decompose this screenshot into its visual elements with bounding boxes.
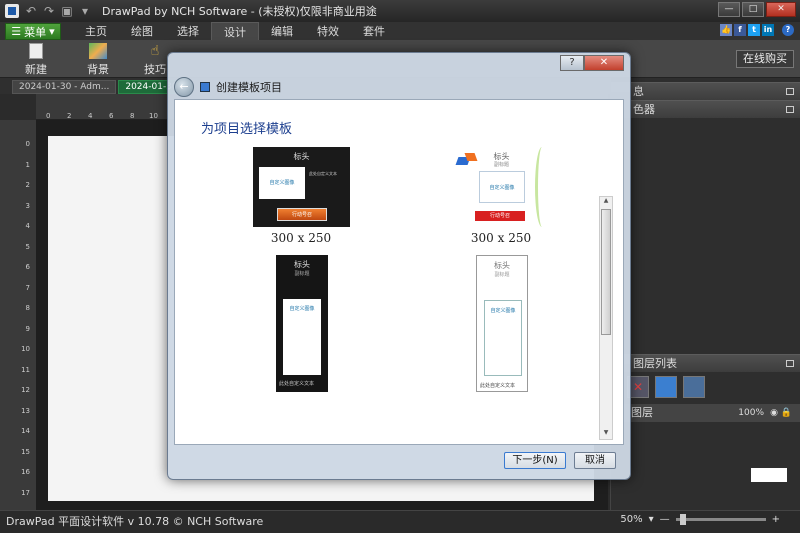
- minimize-button[interactable]: —: [718, 2, 740, 17]
- template-cta-button: 行动号召: [277, 208, 327, 221]
- main-menu-button[interactable]: ☰ 菜单 ▾: [5, 23, 61, 40]
- template-caption: 300 x 250: [270, 231, 332, 245]
- template-list-scrollbar[interactable]: ▲ ▼: [599, 196, 613, 440]
- tab-suite[interactable]: 套件: [351, 22, 397, 40]
- tab-select[interactable]: 选择: [165, 22, 211, 40]
- panel-header[interactable]: 息: [611, 82, 800, 100]
- ruler-number: 6: [25, 263, 30, 271]
- vertical-ruler: 0 1 2 3 4 5 6 7 8 9 10 11 12 13 14 15 16 17: [0, 120, 36, 510]
- layer-merge-icon[interactable]: [683, 376, 705, 398]
- undo-icon[interactable]: ↶: [24, 4, 38, 18]
- new-document-icon: [29, 43, 43, 59]
- right-panel: 息 色器 图层列表 ✕ 图层 100% ◉ 🔒: [610, 78, 800, 510]
- ruler-number: 5: [25, 242, 30, 251]
- hamburger-icon: ☰: [11, 25, 22, 38]
- pin-icon[interactable]: [786, 360, 794, 367]
- zoom-slider-thumb[interactable]: [679, 514, 686, 525]
- facebook-icon[interactable]: f: [734, 24, 746, 36]
- ruler-number: 2: [25, 181, 30, 189]
- layer-row[interactable]: 图层 100% ◉ 🔒: [611, 404, 800, 422]
- dialog-heading: 为项目选择模板: [201, 122, 293, 137]
- eye-icon[interactable]: ◉: [770, 404, 778, 422]
- app-small-icon: [200, 82, 210, 92]
- maximize-button[interactable]: □: [742, 2, 764, 17]
- scroll-up-icon[interactable]: ▲: [600, 197, 612, 207]
- ruler-number: 10: [21, 345, 30, 353]
- create-template-dialog: ? ✕ ← 创建模板项目 为项目选择模板 标头 自定义图像 此处自定义文本 行动…: [167, 52, 631, 480]
- zoom-out-icon[interactable]: —: [660, 514, 670, 525]
- app-logo-icon: [5, 4, 19, 18]
- ruler-number: 17: [21, 488, 30, 497]
- title-bar: ↶ ↷ ▣ ▾ DrawPad by NCH Software - (未授权)仅…: [0, 0, 800, 22]
- zoom-in-icon[interactable]: +: [772, 514, 780, 525]
- thumbs-up-icon[interactable]: 👍: [720, 24, 732, 36]
- dialog-close-button[interactable]: ✕: [584, 55, 624, 71]
- ruler-number: 8: [25, 304, 30, 312]
- tab-home[interactable]: 主页: [73, 22, 119, 40]
- ruler-number: 16: [21, 468, 30, 476]
- background-button[interactable]: 背景: [78, 43, 118, 77]
- ruler-number: 1: [25, 160, 30, 169]
- buy-online-button[interactable]: 在线购买: [736, 50, 794, 68]
- dialog-footer: 下一步(N) 取消: [174, 445, 624, 475]
- help-icon[interactable]: ?: [782, 24, 794, 36]
- layer-tools: ✕: [611, 372, 800, 404]
- vertical-ruler-numbers: 0 1 2 3 4 5 6 7 8 9 10 11 12 13 14 15 16 17: [21, 134, 30, 503]
- template-image-placeholder: 自定义图像: [259, 167, 305, 199]
- pin-icon[interactable]: [786, 106, 794, 113]
- zoom-slider[interactable]: [675, 514, 766, 525]
- ruler-number: 13: [21, 406, 30, 415]
- ruler-number: 12: [21, 386, 30, 394]
- next-button[interactable]: 下一步(N): [504, 452, 566, 469]
- zoom-control: 50% ▾ — +: [620, 514, 780, 525]
- lock-icon[interactable]: 🔒: [781, 404, 792, 422]
- ruler-number: 9: [25, 324, 30, 333]
- back-button[interactable]: ←: [174, 77, 194, 97]
- close-button[interactable]: ✕: [766, 2, 796, 17]
- tab-design[interactable]: 设计: [211, 22, 259, 40]
- layers-panel-header[interactable]: 图层列表: [611, 354, 800, 372]
- pin-icon[interactable]: [786, 88, 794, 95]
- ruler-number: 14: [21, 427, 30, 435]
- new-button[interactable]: 新建: [16, 43, 56, 77]
- ruler-number: 11: [21, 365, 30, 374]
- menu-bar: ☰ 菜单 ▾ 主页 绘图 选择 设计 编辑 特效 套件: [0, 22, 800, 40]
- template-light-skyscraper[interactable]: 标头 副标题 自定义图像 此处自定义文本: [476, 255, 528, 392]
- ruler-number: 0: [25, 140, 30, 148]
- background-icon: [89, 43, 107, 59]
- linkedin-icon[interactable]: in: [762, 24, 774, 36]
- tab-effects[interactable]: 特效: [305, 22, 351, 40]
- cancel-button[interactable]: 取消: [574, 452, 616, 469]
- template-decoration: [535, 147, 549, 227]
- social-icons: 👍 f t in ?: [720, 24, 794, 36]
- save-icon[interactable]: ▣: [60, 4, 74, 18]
- ruler-number: 7: [25, 283, 30, 292]
- dialog-body: 为项目选择模板 标头 自定义图像 此处自定义文本 行动号召 300 x 250 …: [174, 99, 624, 445]
- ruler-number: 15: [21, 447, 30, 456]
- scroll-down-icon[interactable]: ▼: [600, 429, 612, 439]
- template-caption: 300 x 250: [470, 231, 532, 245]
- dialog-help-button[interactable]: ?: [560, 55, 584, 71]
- template-dark-skyscraper[interactable]: 标头 副标题 自定义图像 此处自定义文本: [276, 255, 328, 392]
- ruler-number: 3: [25, 201, 30, 210]
- tab-edit[interactable]: 编辑: [259, 22, 305, 40]
- hand-pointer-icon: ☝: [150, 43, 160, 59]
- tab-draw[interactable]: 绘图: [119, 22, 165, 40]
- template-light-300x250[interactable]: 标头 副标题 自定义图像 行动号召: [453, 147, 550, 227]
- redo-icon[interactable]: ↷: [42, 4, 56, 18]
- dialog-title: 创建模板项目: [216, 81, 282, 94]
- zoom-dropdown-icon[interactable]: ▾: [649, 514, 654, 525]
- template-dark-300x250[interactable]: 标头 自定义图像 此处自定义文本 行动号召: [253, 147, 350, 227]
- scrollbar-thumb[interactable]: [601, 209, 611, 335]
- twitter-icon[interactable]: t: [748, 24, 760, 36]
- layer-duplicate-icon[interactable]: [655, 376, 677, 398]
- chevron-down-icon: ▾: [49, 25, 55, 38]
- window-title: DrawPad by NCH Software - (未授权)仅限非商业用途: [102, 5, 377, 18]
- tips-button[interactable]: ☝ 技巧: [140, 43, 170, 77]
- color-swatch[interactable]: [751, 468, 787, 482]
- dropdown-icon[interactable]: ▾: [78, 4, 92, 18]
- doc-tab[interactable]: 2024-01-30 - Adm...: [12, 80, 117, 94]
- ruler-number: 4: [25, 222, 30, 230]
- panel-header[interactable]: 色器: [611, 100, 800, 118]
